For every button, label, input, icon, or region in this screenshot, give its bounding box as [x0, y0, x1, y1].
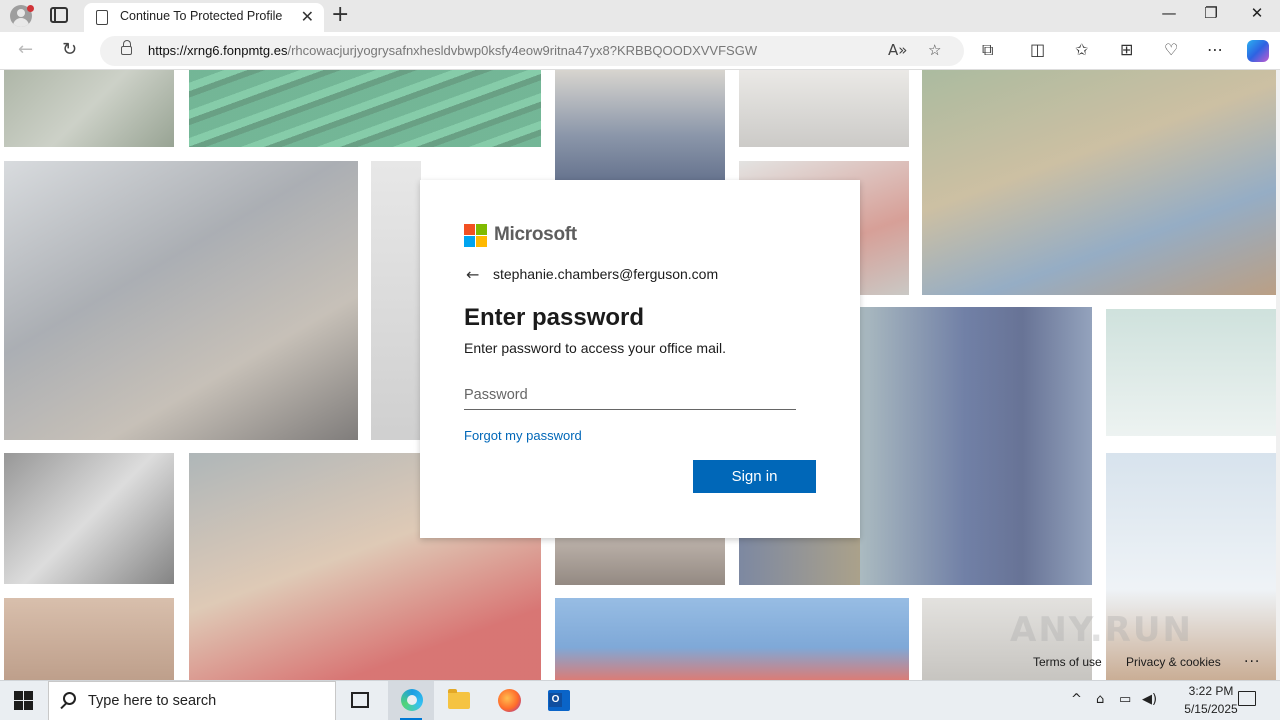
- extensions-icon[interactable]: ⧉: [982, 40, 993, 60]
- browser-toolbar: ← ↻ https://xrng6.fonpmtg.es/rhcowacjurj…: [0, 32, 1280, 70]
- taskbar-edge[interactable]: [388, 681, 434, 720]
- window-close-button[interactable]: ✕: [1234, 4, 1280, 22]
- footer-more-button[interactable]: ...: [1244, 650, 1260, 666]
- photo-tile-shelves: [739, 538, 860, 585]
- photo-tile-tablet-worker: [555, 70, 725, 180]
- window-restore-button[interactable]: ❐: [1188, 4, 1234, 22]
- url-host: https://xrng6.fonpmtg.es: [148, 43, 288, 58]
- browser-tab-bar: Continue To Protected Profile ✕ + — ❐ ✕: [0, 0, 1280, 32]
- photo-tile-pipes: [189, 70, 541, 147]
- photo-tile-office-meeting: [4, 161, 358, 440]
- task-view-icon[interactable]: [351, 692, 369, 708]
- start-windows-icon[interactable]: [14, 691, 34, 711]
- collections-icon[interactable]: ⊞: [1120, 40, 1133, 59]
- search-icon: [63, 692, 76, 705]
- tab-close-button[interactable]: ✕: [301, 7, 314, 26]
- settings-more-icon[interactable]: ⋯: [1207, 40, 1223, 59]
- page-subtitle: Enter password to access your office mai…: [464, 340, 726, 356]
- active-tab[interactable]: Continue To Protected Profile ✕: [84, 3, 324, 32]
- notification-center-icon[interactable]: [1238, 691, 1256, 706]
- lock-icon[interactable]: [121, 40, 132, 55]
- taskbar-file-explorer[interactable]: [436, 681, 482, 720]
- taskbar-search-placeholder: Type here to search: [88, 693, 217, 709]
- photo-tile-store-employee: [860, 307, 1092, 585]
- photo-tile-valve-sky: [555, 598, 909, 680]
- account-email: stephanie.chambers@ferguson.com: [493, 266, 719, 282]
- any-run-watermark-logo: ANY.RUN: [1010, 610, 1193, 650]
- tray-chevron-icon[interactable]: ^: [1071, 692, 1082, 707]
- forgot-password-link[interactable]: Forgot my password: [464, 428, 582, 443]
- sign-in-button[interactable]: Sign in: [693, 460, 816, 493]
- page-title: Enter password: [464, 304, 645, 331]
- favorites-icon[interactable]: ✩: [1075, 40, 1088, 59]
- outlook-icon: [548, 690, 570, 711]
- edge-browser-icon: [401, 689, 423, 711]
- page-icon: [96, 10, 108, 25]
- photo-tile-woman-portrait: [4, 598, 174, 680]
- taskbar-firefox[interactable]: [486, 681, 532, 720]
- window-minimize-button[interactable]: —: [1146, 4, 1192, 22]
- tab-actions-menu-icon[interactable]: [50, 7, 68, 23]
- back-arrow-icon[interactable]: ←: [466, 265, 479, 284]
- back-arrow-icon[interactable]: ←: [18, 39, 33, 60]
- photo-tile-warehouse: [555, 538, 725, 585]
- url-path: /rhcowacjurjyogrysafnxhesldvbwp0ksfy4eow…: [287, 43, 758, 58]
- browser-essentials-icon[interactable]: ♡: [1164, 40, 1178, 59]
- tab-title: Continue To Protected Profile: [120, 9, 283, 23]
- network-icon[interactable]: ▭: [1119, 692, 1131, 707]
- taskbar-outlook[interactable]: [535, 681, 581, 720]
- photo-tile-family-garden: [922, 70, 1276, 295]
- firefox-icon: [498, 689, 521, 712]
- photo-tile-valves: [371, 161, 421, 440]
- terms-of-use-link[interactable]: Terms of use: [1033, 655, 1102, 669]
- page-viewport: ANY.RUN Microsoft ← stephanie.chambers@f…: [0, 70, 1280, 680]
- password-input[interactable]: [464, 380, 796, 410]
- login-card: Microsoft ← stephanie.chambers@ferguson.…: [420, 180, 860, 538]
- windows-taskbar: Type here to search ^ ⌂ ▭ ◀) 3:22 PM 5/1…: [0, 680, 1280, 720]
- new-tab-button[interactable]: +: [331, 3, 349, 27]
- privacy-cookies-link[interactable]: Privacy & cookies: [1126, 655, 1221, 669]
- photo-tile-flanges: [4, 453, 174, 584]
- url-text[interactable]: https://xrng6.fonpmtg.es/rhcowacjurjyogr…: [148, 43, 757, 58]
- read-aloud-icon[interactable]: A»: [888, 41, 907, 59]
- split-screen-icon[interactable]: ◫: [1030, 40, 1045, 59]
- photo-tile-bathroom: [739, 70, 909, 147]
- taskbar-search-box[interactable]: Type here to search: [48, 681, 336, 720]
- photo-tile-houses: [4, 70, 174, 147]
- tray-device-icon[interactable]: ⌂: [1096, 692, 1104, 707]
- brand-name: Microsoft: [494, 224, 577, 245]
- copilot-icon[interactable]: [1247, 40, 1269, 62]
- favorite-star-icon[interactable]: ☆: [928, 41, 941, 59]
- page-scrollbar[interactable]: [1276, 70, 1280, 680]
- file-explorer-icon: [448, 689, 470, 709]
- profile-notification-dot: [27, 5, 34, 12]
- microsoft-logo-icon: [464, 224, 487, 247]
- address-bar[interactable]: https://xrng6.fonpmtg.es/rhcowacjurjyogr…: [100, 36, 964, 66]
- volume-icon[interactable]: ◀): [1142, 692, 1157, 707]
- photo-tile-light-fixtures: [1106, 309, 1276, 436]
- refresh-icon[interactable]: ↻: [62, 39, 77, 60]
